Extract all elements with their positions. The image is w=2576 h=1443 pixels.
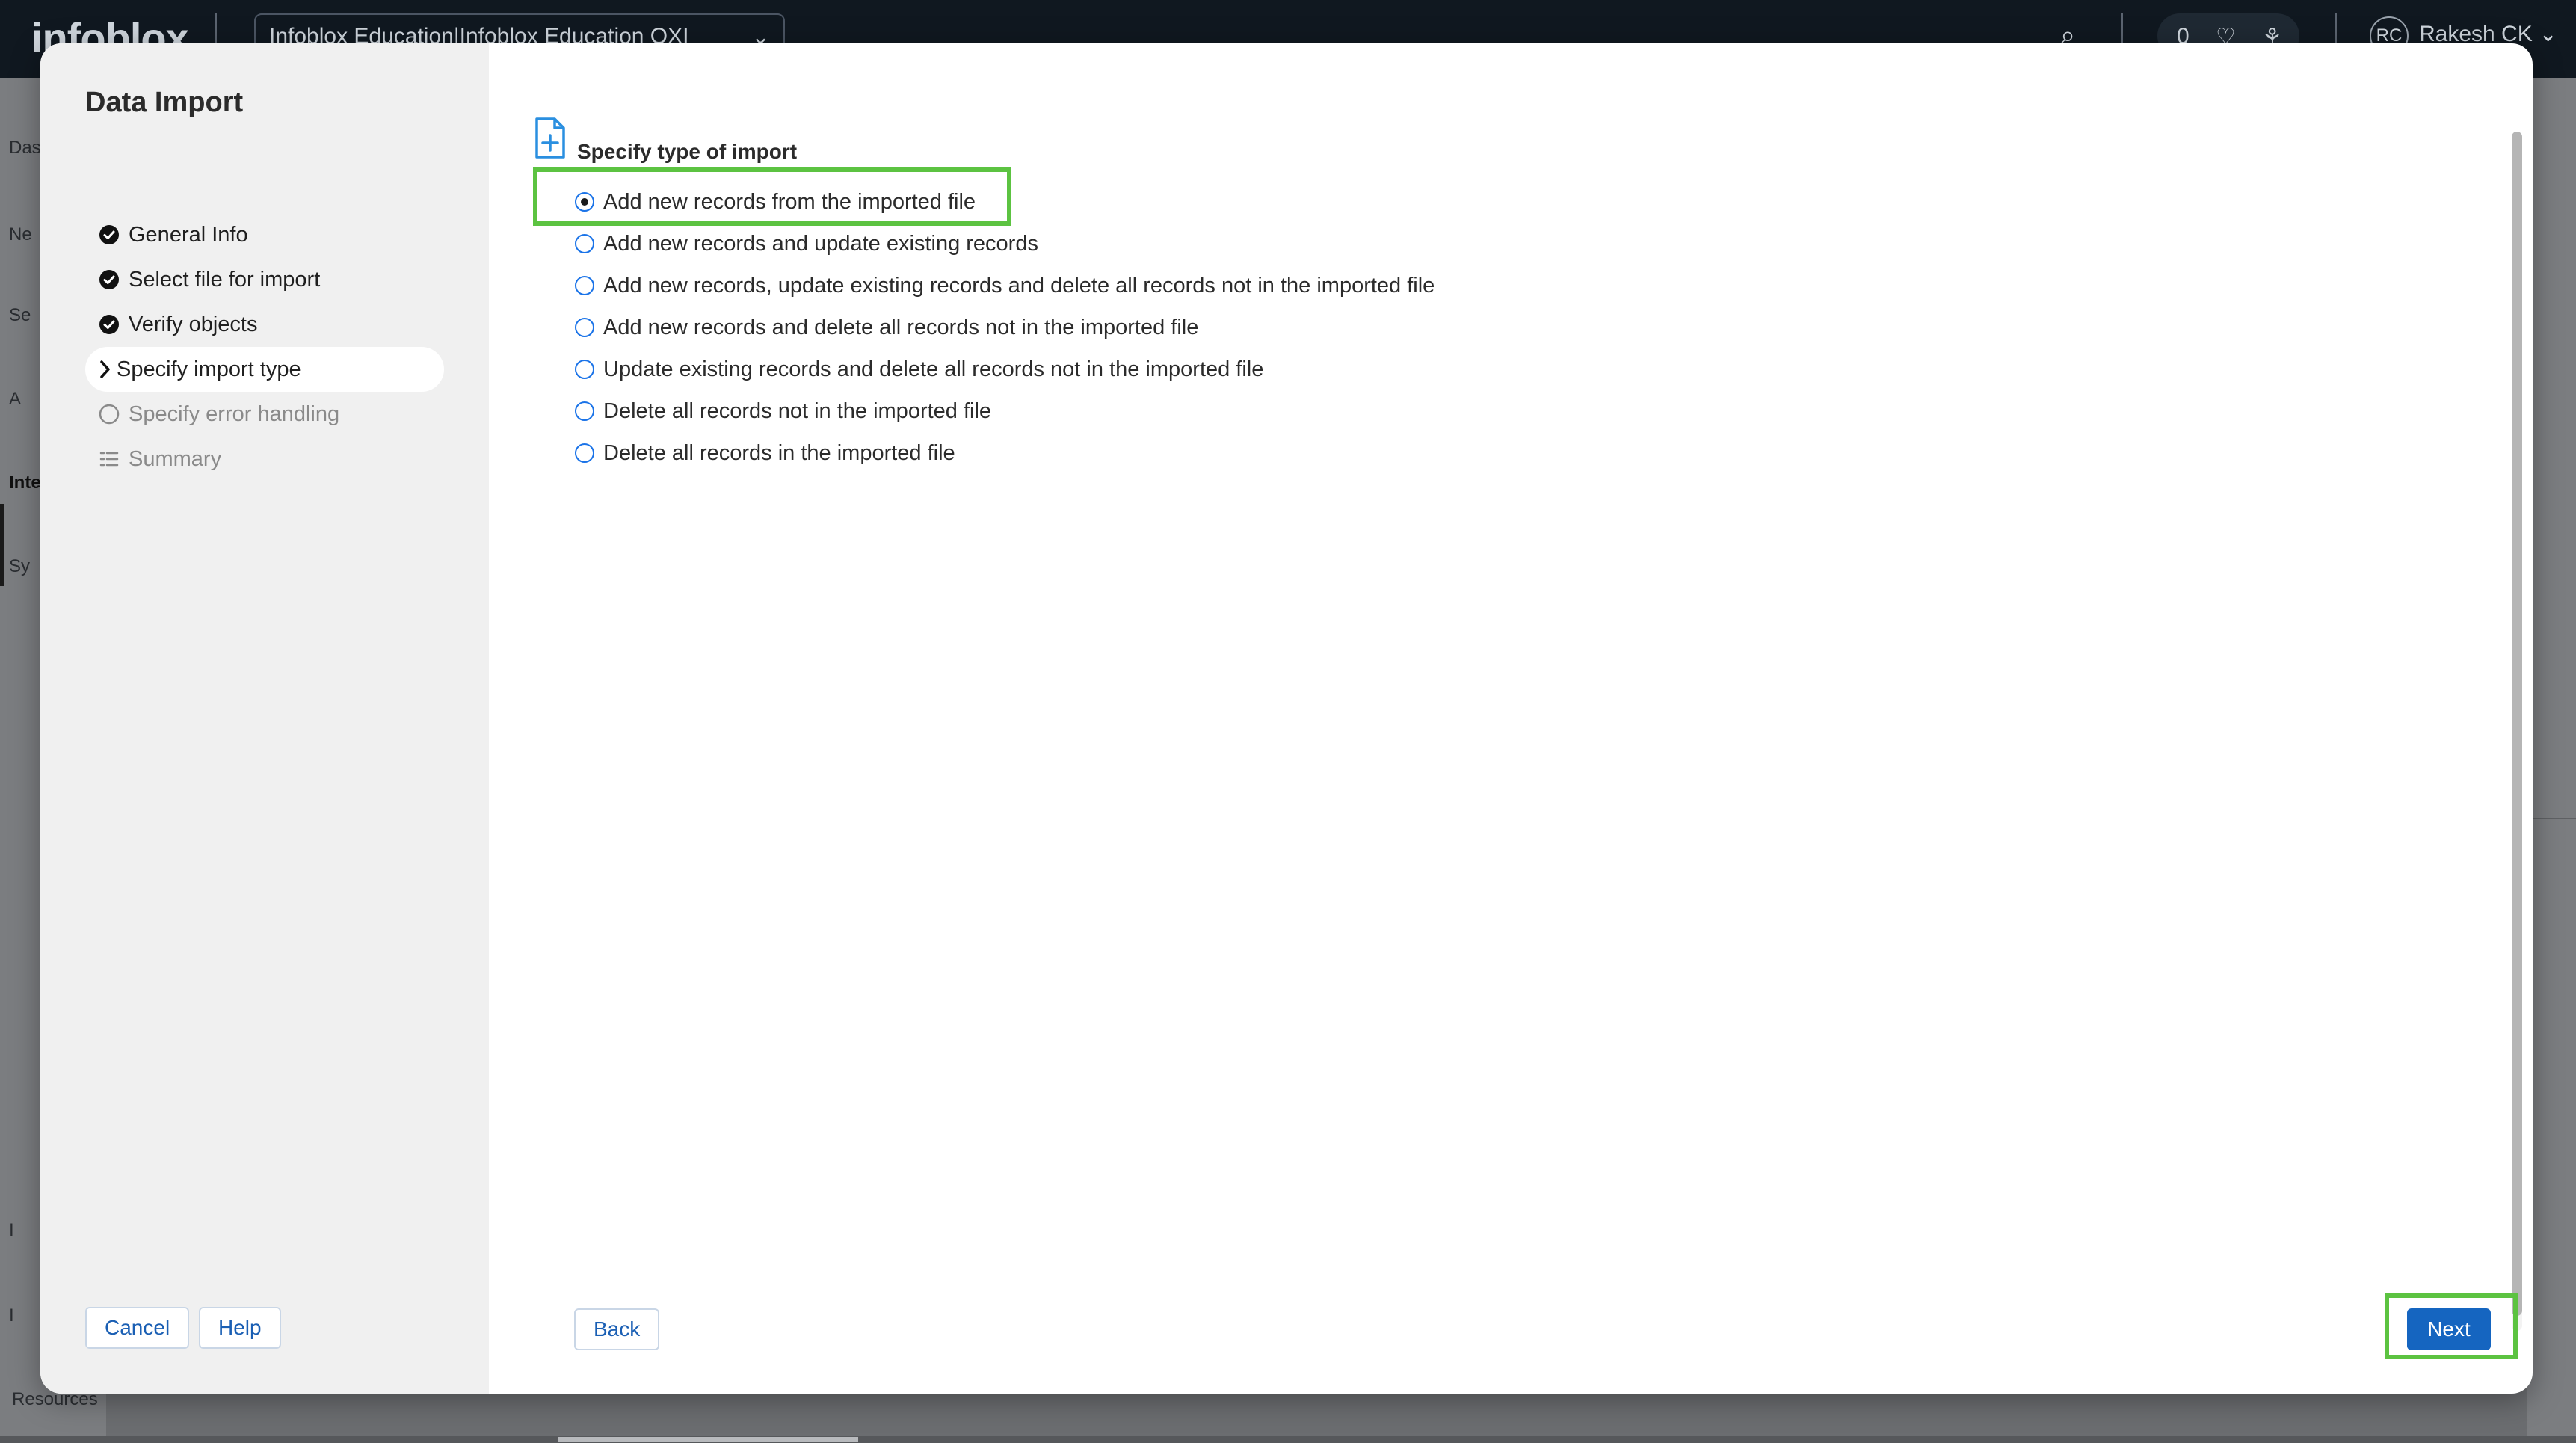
nav-fragment: Inte <box>9 473 41 493</box>
radio-label[interactable]: Delete all records not in the imported f… <box>603 399 991 424</box>
step-label: General Info <box>129 222 248 247</box>
step-label: Summary <box>129 446 222 471</box>
radio-option[interactable]: Add new records and update existing reco… <box>575 223 1435 265</box>
cancel-button[interactable]: Cancel <box>85 1307 190 1349</box>
nav-fragment: Ne <box>9 224 32 244</box>
empty-circle-icon <box>99 404 120 425</box>
radio-label[interactable]: Update existing records and delete all r… <box>603 357 1263 382</box>
radio-label[interactable]: Add new records, update existing records… <box>603 274 1435 298</box>
nav-fragment: Das <box>9 138 41 158</box>
check-circle-icon <box>99 224 120 245</box>
wizard-sidebar: Data Import General Info Select file for… <box>40 43 489 1394</box>
radio-button[interactable] <box>575 318 594 337</box>
section-title: Specify type of import <box>577 140 798 163</box>
back-button[interactable]: Back <box>574 1308 660 1350</box>
radio-label[interactable]: Delete all records in the imported file <box>603 441 955 466</box>
radio-option[interactable]: Update existing records and delete all r… <box>575 348 1435 390</box>
nav-fragment: I <box>9 1220 14 1240</box>
radio-option[interactable]: Add new records, update existing records… <box>575 265 1435 307</box>
wizard-steps: General Info Select file for import Veri… <box>85 212 444 481</box>
radio-label[interactable]: Add new records and update existing reco… <box>603 232 1038 256</box>
nav-fragment: Se <box>9 305 31 325</box>
highlight-box-selected-option <box>533 167 1011 226</box>
file-plus-icon <box>534 117 567 164</box>
highlight-box-next-button <box>2385 1293 2518 1359</box>
list-icon <box>99 449 120 470</box>
check-circle-icon <box>99 269 120 290</box>
radio-option[interactable]: Delete all records not in the imported f… <box>575 390 1435 432</box>
content-scrollbar-thumb[interactable] <box>2512 132 2522 1316</box>
radio-option[interactable]: Add new records and delete all records n… <box>575 307 1435 348</box>
nav-fragment: A <box>9 389 22 409</box>
radio-label[interactable]: Add new records and delete all records n… <box>603 316 1198 340</box>
wizard-content: Specify type of import Add new records f… <box>489 43 2533 1394</box>
radio-option[interactable]: Delete all records in the imported file <box>575 432 1435 474</box>
step-select-file[interactable]: Select file for import <box>85 257 444 302</box>
step-label: Verify objects <box>129 312 258 336</box>
nav-active-indicator <box>0 504 4 586</box>
check-circle-icon <box>99 314 120 335</box>
chevron-right-icon <box>99 359 112 380</box>
step-label: Specify error handling <box>129 401 340 426</box>
background-scrollbar <box>0 1436 2576 1443</box>
background-panel <box>2527 78 2576 1443</box>
radio-button[interactable] <box>575 276 594 295</box>
step-verify-objects[interactable]: Verify objects <box>85 302 444 347</box>
step-label: Specify import type <box>117 357 301 381</box>
radio-button[interactable] <box>575 360 594 379</box>
nav-fragment: I <box>9 1305 14 1326</box>
dialog-title: Data Import <box>85 87 244 118</box>
step-specify-import-type[interactable]: Specify import type <box>85 347 444 392</box>
step-label: Select file for import <box>129 267 321 292</box>
data-import-dialog: Data Import General Info Select file for… <box>40 43 2533 1394</box>
help-button[interactable]: Help <box>199 1307 281 1349</box>
nav-fragment: Sy <box>9 556 31 576</box>
step-summary[interactable]: Summary <box>85 437 444 481</box>
step-error-handling[interactable]: Specify error handling <box>85 392 444 437</box>
chevron-down-icon: ⌄ <box>2539 22 2558 46</box>
section-header: Specify type of import <box>534 117 797 164</box>
step-general-info[interactable]: General Info <box>85 212 444 257</box>
radio-button[interactable] <box>575 234 594 253</box>
radio-button[interactable] <box>575 401 594 421</box>
radio-button[interactable] <box>575 443 594 463</box>
